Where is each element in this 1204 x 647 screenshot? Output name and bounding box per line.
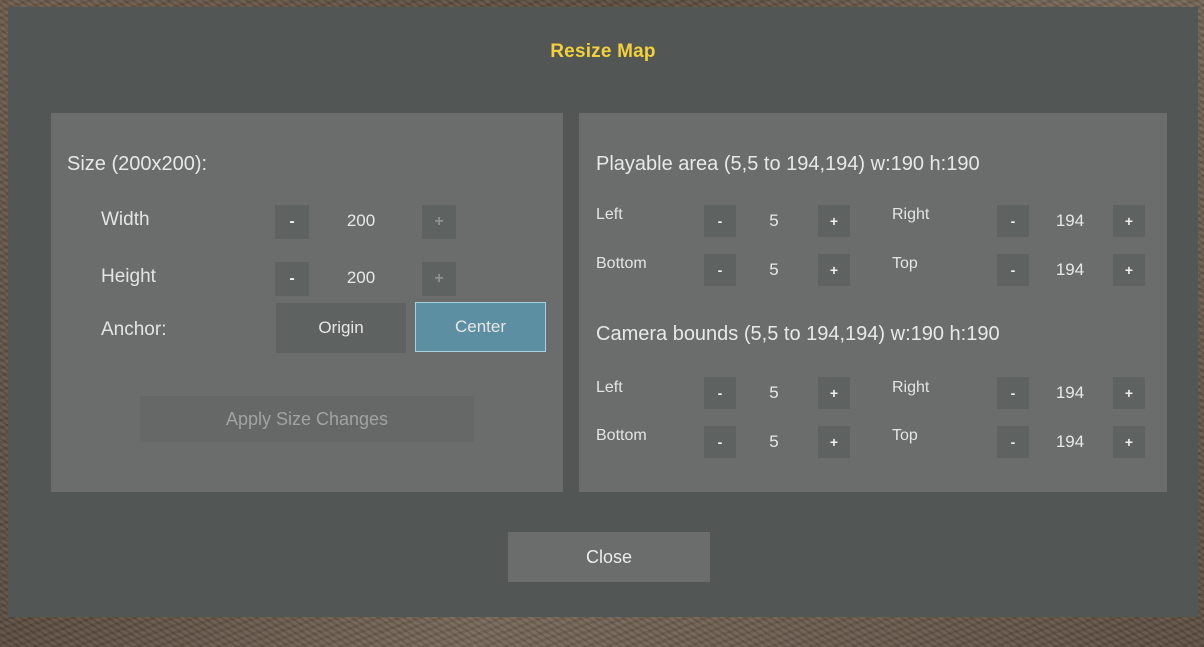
apply-size-changes-button[interactable]: Apply Size Changes: [140, 396, 474, 442]
resize-map-dialog: Resize Map Size (200x200): Width - 200 +…: [8, 7, 1198, 617]
width-label: Width: [101, 209, 150, 230]
camera-top-value: 194: [1055, 432, 1085, 451]
bounds-panel: Playable area (5,5 to 194,194) w:190 h:1…: [579, 113, 1167, 492]
height-increment-button[interactable]: +: [422, 262, 456, 296]
playable-right-decrement-button[interactable]: -: [997, 205, 1029, 237]
playable-area-heading: Playable area (5,5 to 194,194) w:190 h:1…: [596, 153, 980, 175]
playable-right-increment-button[interactable]: +: [1113, 205, 1145, 237]
playable-right-label: Right: [892, 206, 930, 223]
playable-bottom-value: 5: [769, 260, 779, 279]
camera-left-decrement-button[interactable]: -: [704, 377, 736, 409]
camera-bottom-increment-button[interactable]: +: [818, 426, 850, 458]
playable-left-decrement-button[interactable]: -: [704, 205, 736, 237]
camera-bottom-decrement-button[interactable]: -: [704, 426, 736, 458]
width-decrement-button[interactable]: -: [275, 205, 309, 239]
anchor-origin-button[interactable]: Origin: [276, 303, 406, 353]
camera-top-label: Top: [892, 427, 918, 444]
dialog-title: Resize Map: [550, 41, 656, 62]
height-decrement-button[interactable]: -: [275, 262, 309, 296]
camera-bounds-heading: Camera bounds (5,5 to 194,194) w:190 h:1…: [596, 323, 1000, 345]
width-increment-button[interactable]: +: [422, 205, 456, 239]
playable-top-label: Top: [892, 255, 918, 272]
camera-right-value: 194: [1055, 383, 1085, 402]
size-panel: Size (200x200): Width - 200 + Height - 2…: [51, 113, 563, 492]
anchor-center-button[interactable]: Center: [415, 302, 546, 352]
camera-right-increment-button[interactable]: +: [1113, 377, 1145, 409]
playable-left-label: Left: [596, 206, 623, 223]
playable-top-value: 194: [1055, 260, 1085, 279]
playable-bottom-decrement-button[interactable]: -: [704, 254, 736, 286]
camera-left-increment-button[interactable]: +: [818, 377, 850, 409]
close-button[interactable]: Close: [508, 532, 710, 582]
playable-right-value: 194: [1055, 211, 1085, 230]
playable-bottom-increment-button[interactable]: +: [818, 254, 850, 286]
camera-top-increment-button[interactable]: +: [1113, 426, 1145, 458]
playable-top-decrement-button[interactable]: -: [997, 254, 1029, 286]
camera-right-decrement-button[interactable]: -: [997, 377, 1029, 409]
anchor-label: Anchor:: [101, 319, 167, 340]
size-heading: Size (200x200):: [67, 153, 208, 175]
playable-left-value: 5: [769, 211, 779, 230]
height-label: Height: [101, 266, 156, 287]
camera-bottom-value: 5: [769, 432, 779, 451]
camera-bottom-label: Bottom: [596, 427, 647, 444]
camera-right-label: Right: [892, 379, 930, 396]
camera-left-value: 5: [769, 383, 779, 402]
playable-left-increment-button[interactable]: +: [818, 205, 850, 237]
height-value: 200: [346, 268, 376, 287]
playable-top-increment-button[interactable]: +: [1113, 254, 1145, 286]
playable-bottom-label: Bottom: [596, 255, 647, 272]
camera-left-label: Left: [596, 379, 623, 396]
width-value: 200: [346, 211, 376, 230]
camera-top-decrement-button[interactable]: -: [997, 426, 1029, 458]
